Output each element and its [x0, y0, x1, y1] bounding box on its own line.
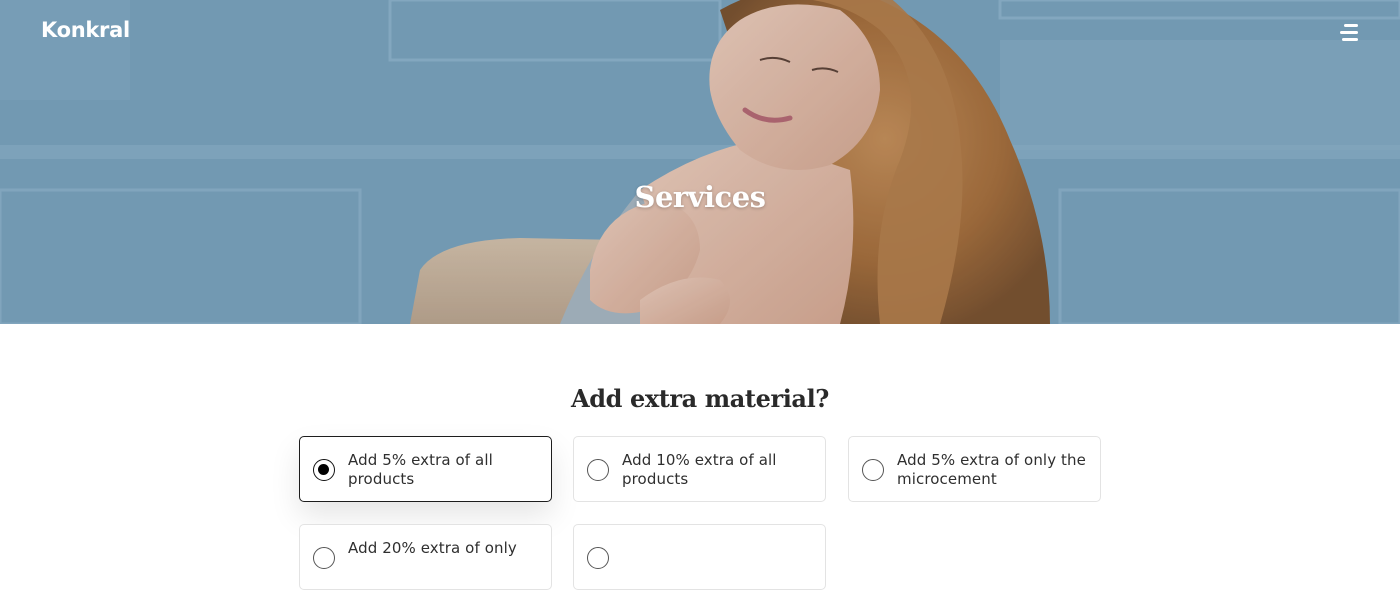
page-title: Services [634, 180, 766, 214]
radio-icon[interactable] [862, 459, 884, 481]
option-label: Add 5% extra of only the microcement [897, 451, 1086, 488]
option-5-percent-all[interactable]: Add 5% extra of all products [299, 436, 552, 502]
menu-line [1342, 38, 1358, 41]
question-title: Add extra material? [571, 384, 829, 413]
radio-icon[interactable] [313, 547, 335, 569]
option-label: Add 10% extra of all products [622, 451, 777, 488]
option-label: Add 5% extra of all products [348, 451, 493, 488]
option-other[interactable] [573, 524, 826, 590]
radio-selected-icon[interactable] [313, 459, 335, 481]
hamburger-menu-icon[interactable] [1336, 22, 1360, 44]
hero-banner: Konkral Services [0, 0, 1400, 324]
option-20-percent[interactable]: Add 20% extra of only [299, 524, 552, 590]
radio-icon[interactable] [587, 459, 609, 481]
radio-icon[interactable] [587, 547, 609, 569]
hero-photo [0, 0, 1400, 324]
menu-line [1340, 31, 1358, 34]
option-10-percent-all[interactable]: Add 10% extra of all products [573, 436, 826, 502]
brand-logo[interactable]: Konkral [41, 18, 130, 42]
option-5-percent-microcement[interactable]: Add 5% extra of only the microcement [848, 436, 1101, 502]
menu-line [1344, 24, 1358, 27]
